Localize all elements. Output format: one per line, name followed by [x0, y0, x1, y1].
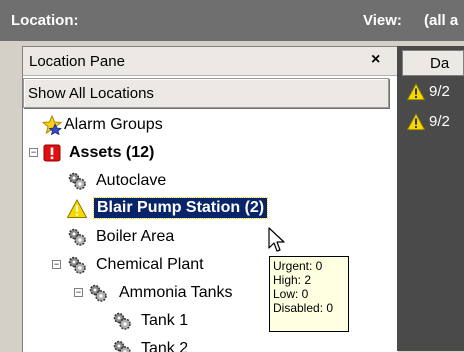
tooltip-high: High: 2	[273, 273, 312, 287]
gears-icon	[113, 340, 131, 352]
tree-item-label: Chemical Plant	[96, 256, 204, 273]
collapse-icon[interactable]: −	[52, 260, 61, 269]
alarm-row[interactable]: 9/2	[407, 82, 464, 102]
tree-item-ammonia-tanks[interactable]: Ammonia Tanks	[88, 282, 288, 304]
tooltip-urgent: Urgent: 0	[273, 259, 323, 273]
location-pane-title: Location Pane	[29, 53, 125, 70]
tree-item-alarm-groups[interactable]: Alarm Groups	[42, 114, 242, 136]
tree-item-label: Boiler Area	[96, 228, 175, 245]
tree-item-label: Tank 1	[141, 312, 189, 329]
collapse-icon[interactable]: −	[74, 288, 83, 297]
show-all-locations-button[interactable]: Show All Locations	[23, 78, 389, 108]
tree-item-label: Tank 2	[141, 340, 189, 352]
tree-item-chemical-plant[interactable]: Chemical Plant	[67, 254, 267, 276]
tree-item-tank-1[interactable]: Tank 1	[112, 310, 262, 332]
alarm-date: 9/2	[429, 83, 450, 100]
location-pane-header: Location Pane ×	[23, 47, 398, 76]
tooltip-low: Low: 0	[273, 287, 309, 301]
tree-item-label: Autoclave	[96, 172, 167, 189]
star-icon	[42, 115, 62, 135]
tree-item-label: Blair Pump Station (2)	[92, 197, 269, 219]
date-column-header[interactable]: Da	[402, 50, 464, 76]
alarm-row[interactable]: 9/2	[407, 112, 464, 132]
date-column-header-label: Da	[430, 55, 450, 72]
gears-icon	[68, 256, 86, 274]
alarm-date: 9/2	[429, 113, 450, 130]
gears-icon	[89, 284, 107, 302]
tree-item-label: Alarm Groups	[64, 116, 163, 133]
warning-icon	[407, 83, 425, 101]
top-bar: Location: View: (all a	[0, 0, 464, 41]
tree-item-boiler-area[interactable]: Boiler Area	[67, 226, 267, 248]
tree-item-assets[interactable]: Assets (12)	[42, 142, 242, 164]
alarm-count-tooltip: Urgent: 0 High: 2 Low: 0 Disabled: 0	[269, 256, 349, 332]
gears-icon	[68, 172, 86, 190]
show-all-locations-label: Show All Locations	[28, 85, 154, 102]
tree-item-label: Ammonia Tanks	[119, 284, 233, 301]
tree-item-tank-2[interactable]: Tank 2	[112, 338, 262, 352]
tree-item-label: Assets (12)	[69, 144, 155, 161]
tooltip-disabled: Disabled: 0	[273, 301, 334, 315]
collapse-icon[interactable]: −	[29, 148, 38, 157]
location-label: Location:	[11, 12, 79, 29]
view-selector[interactable]: (all a	[424, 12, 458, 29]
warning-icon	[67, 199, 87, 218]
pointer-icon	[268, 227, 285, 252]
exclamation-icon	[43, 144, 61, 162]
tree-item-autoclave[interactable]: Autoclave	[67, 170, 267, 192]
gears-icon	[113, 312, 131, 330]
close-icon[interactable]: ×	[371, 51, 380, 69]
gears-icon	[68, 228, 86, 246]
view-label: View:	[363, 12, 402, 29]
warning-icon	[407, 113, 425, 131]
tree-item-blair-pump-station[interactable]: Blair Pump Station (2)	[67, 197, 307, 220]
